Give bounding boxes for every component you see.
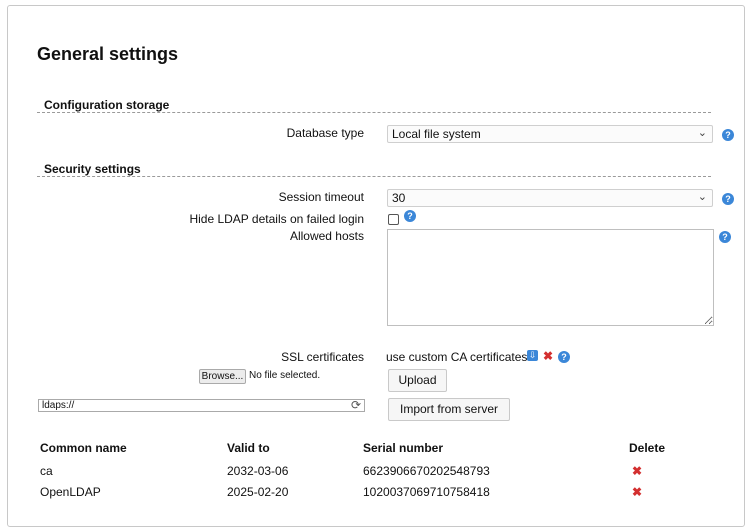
cert-serial: 6623906670202548793: [363, 464, 490, 478]
hide-ldap-label: Hide LDAP details on failed login: [189, 212, 364, 226]
column-header-common-name: Common name: [40, 441, 127, 455]
session-timeout-value: 30: [392, 191, 406, 205]
session-timeout-label: Session timeout: [278, 190, 364, 204]
column-header-delete: Delete: [629, 441, 666, 455]
delete-x-icon[interactable]: ✖: [543, 349, 553, 363]
cert-common-name: ca: [40, 464, 53, 478]
allowed-hosts-textarea[interactable]: [387, 229, 714, 326]
section-divider: [37, 176, 711, 177]
session-timeout-help-icon[interactable]: ?: [722, 193, 734, 205]
session-timeout-select[interactable]: 30 ⌄: [387, 189, 713, 207]
cert-valid-to: 2025-02-20: [227, 485, 289, 499]
cert-common-name: OpenLDAP: [40, 485, 101, 499]
server-url-input[interactable]: ldaps://: [38, 399, 365, 412]
column-header-valid-to: Valid to: [227, 441, 270, 455]
cert-valid-to: 2032-03-06: [227, 464, 289, 478]
delete-x-icon[interactable]: ✖: [632, 464, 642, 478]
upload-button[interactable]: Upload: [388, 369, 447, 392]
database-type-value: Local file system: [392, 127, 481, 141]
cert-serial: 1020037069710758418: [363, 485, 490, 499]
no-file-text: No file selected.: [249, 370, 321, 381]
section-divider: [37, 112, 711, 113]
chevron-down-icon: ⌄: [697, 191, 707, 203]
database-type-select[interactable]: Local file system ⌄: [387, 125, 713, 143]
browse-button[interactable]: Browse...: [199, 369, 246, 384]
column-header-serial-number: Serial number: [363, 441, 444, 455]
ssl-help-icon[interactable]: ?: [558, 351, 570, 363]
chevron-down-icon: ⌄: [697, 127, 707, 139]
database-type-help-icon[interactable]: ?: [722, 129, 734, 141]
custom-ca-text: use custom CA certificates: [386, 350, 528, 364]
database-type-label: Database type: [286, 126, 364, 140]
allowed-hosts-label: Allowed hosts: [289, 229, 364, 243]
allowed-hosts-help-icon[interactable]: ?: [719, 231, 731, 243]
section-title-security: Security settings: [44, 162, 141, 176]
page-title: General settings: [37, 44, 179, 64]
import-from-server-button[interactable]: Import from server: [388, 398, 510, 421]
section-title-configuration: Configuration storage: [44, 98, 170, 112]
download-icon[interactable]: ⇩: [527, 350, 538, 361]
ssl-certificates-label: SSL certificates: [281, 350, 364, 364]
delete-x-icon[interactable]: ✖: [632, 485, 642, 499]
refresh-icon[interactable]: ⟳: [351, 398, 361, 412]
hide-ldap-help-icon[interactable]: ?: [404, 210, 416, 222]
hide-ldap-checkbox[interactable]: [388, 214, 399, 225]
